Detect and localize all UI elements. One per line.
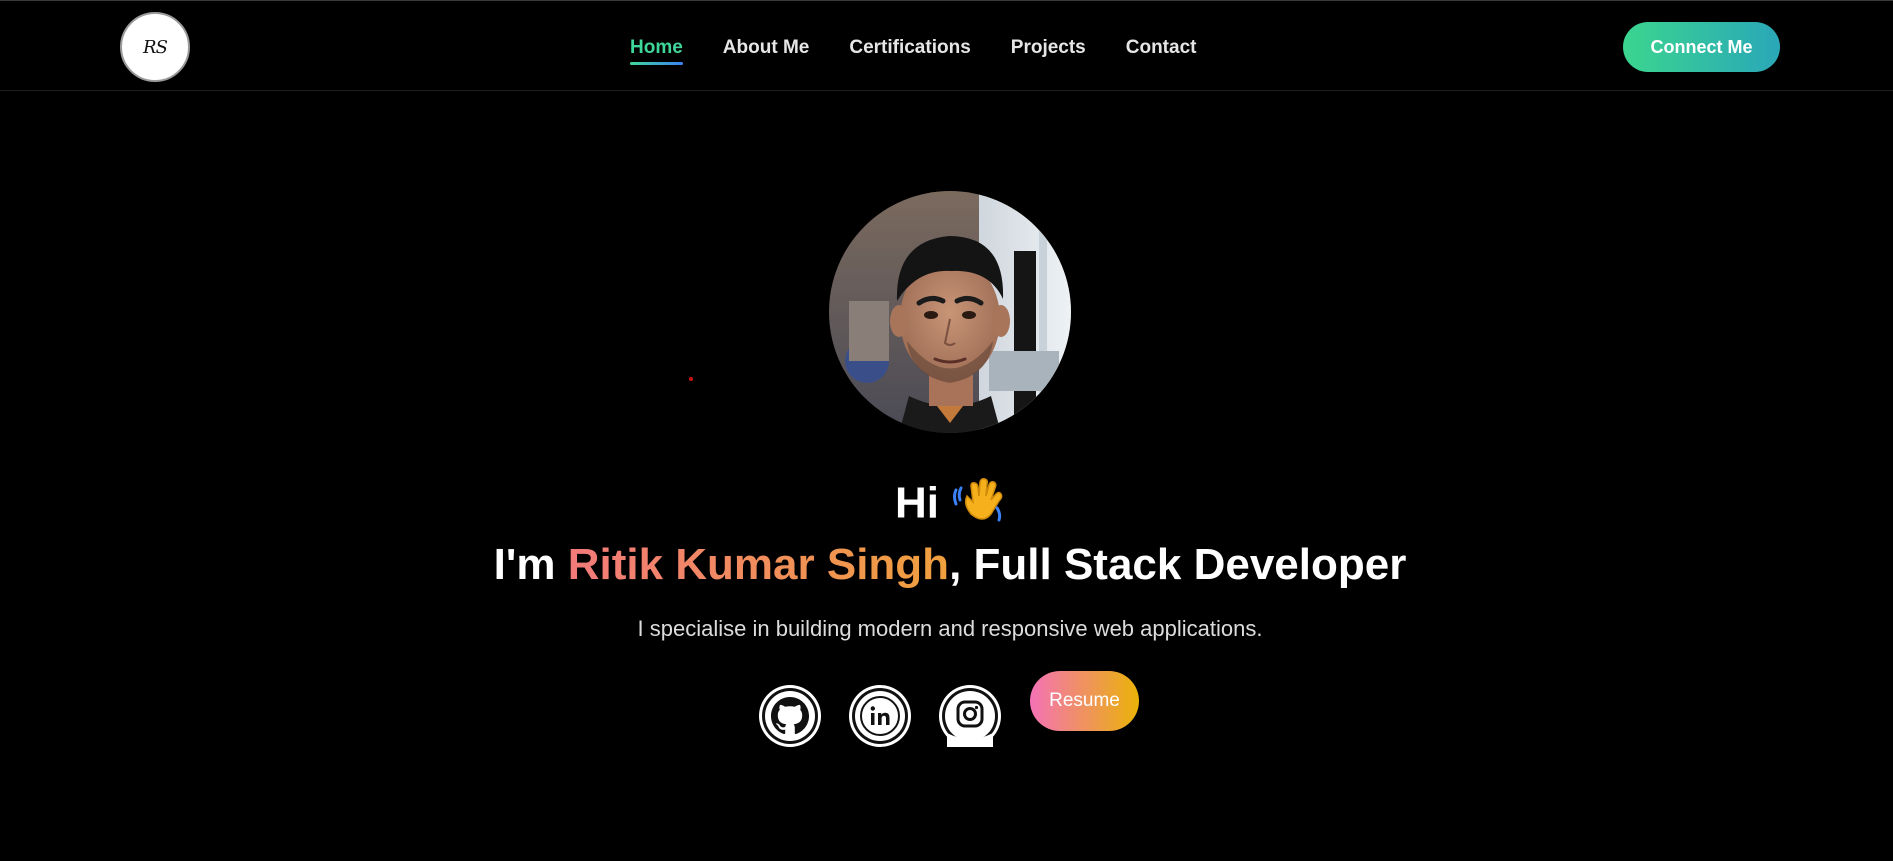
instagram-icon[interactable] (939, 685, 1001, 747)
profile-photo-illustration (829, 191, 1071, 433)
profile-photo (829, 191, 1071, 433)
site-header: RS Home About Me Certifications Projects… (0, 0, 1893, 91)
greeting: Hi (0, 478, 1893, 532)
tagline: I specialise in building modern and resp… (637, 616, 1263, 641)
connect-me-button[interactable]: Connect Me (1623, 22, 1780, 72)
waving-hand-icon (953, 474, 1005, 526)
decorative-dot (689, 377, 693, 381)
linkedin-icon[interactable] (849, 685, 911, 747)
main-nav: Home About Me Certifications Projects Co… (630, 37, 1196, 65)
person-name: Ritik Kumar Singh (567, 540, 950, 589)
greeting-text: Hi (895, 478, 939, 528)
nav-about-me[interactable]: About Me (723, 37, 810, 65)
portfolio-page: RS Home About Me Certifications Projects… (0, 0, 1893, 861)
logo-text: RS (143, 36, 168, 58)
headline-prefix: I'm (493, 540, 568, 589)
nav-projects[interactable]: Projects (1011, 37, 1086, 65)
nav-home[interactable]: Home (630, 37, 683, 65)
logo[interactable]: RS (120, 12, 190, 82)
nav-contact[interactable]: Contact (1126, 37, 1197, 65)
headline: I'm Ritik Kumar Singh, Full Stack Develo… (0, 543, 1893, 587)
resume-button[interactable]: Resume (1030, 671, 1139, 731)
headline-role: , Full Stack Developer (949, 540, 1407, 589)
nav-certifications[interactable]: Certifications (849, 37, 970, 65)
github-icon[interactable] (759, 685, 821, 747)
